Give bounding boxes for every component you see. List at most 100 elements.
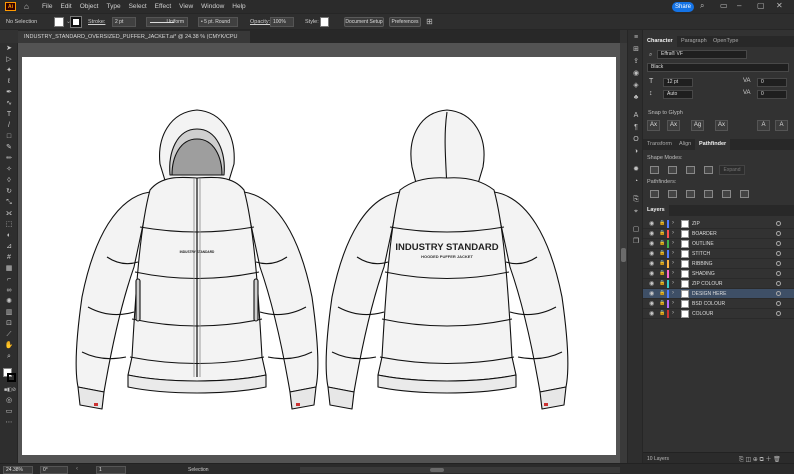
layer-name[interactable]: BOARDER: [692, 231, 717, 237]
lock-icon[interactable]: 🔒: [659, 250, 665, 256]
type-icon[interactable]: A: [631, 112, 641, 120]
appearance-icon[interactable]: ◉: [631, 70, 641, 78]
menu-effect[interactable]: Effect: [155, 3, 172, 10]
eraser-icon[interactable]: ◊: [4, 177, 14, 185]
transparency-icon[interactable]: ◔: [631, 178, 641, 186]
lock-icon[interactable]: 🔒: [659, 270, 665, 276]
layer-row[interactable]: ◉ 🔒 › ZIP COLOUR: [643, 279, 794, 289]
stroke-swatch[interactable]: [70, 16, 82, 28]
color-mode-icons[interactable]: ■◧⊘: [4, 386, 16, 394]
layer-row[interactable]: ◉ 🔒 › BOARDER: [643, 229, 794, 239]
layer-target-icon[interactable]: [776, 301, 781, 306]
preferences-button[interactable]: Preferences: [389, 17, 421, 27]
layer-target-icon[interactable]: [776, 271, 781, 276]
zoom-field[interactable]: 24.38%: [3, 466, 33, 474]
lock-icon[interactable]: 🔒: [659, 290, 665, 296]
screen-mode-icon[interactable]: ▭: [4, 408, 14, 416]
layer-row[interactable]: ◉ 🔒 › SHADING: [643, 269, 794, 279]
menu-view[interactable]: View: [179, 3, 193, 10]
hand-tool-icon[interactable]: ✋: [4, 342, 14, 350]
tab-paragraph[interactable]: Paragraph: [677, 36, 711, 47]
gradient-tool-icon[interactable]: ▦: [4, 265, 14, 273]
menu-file[interactable]: File: [42, 3, 52, 10]
layer-name[interactable]: OUTLINE: [692, 241, 714, 247]
menu-window[interactable]: Window: [201, 3, 224, 10]
unite-button[interactable]: [650, 166, 659, 174]
minimize-icon[interactable]: –: [737, 1, 741, 10]
layer-name[interactable]: BSD COLOUR: [692, 301, 725, 307]
exclude-button[interactable]: [704, 166, 713, 174]
lock-icon[interactable]: 🔒: [659, 280, 665, 286]
glyph-button-2[interactable]: Ax: [667, 120, 680, 131]
properties-icon[interactable]: ≡: [631, 34, 641, 42]
variable-width-profile[interactable]: Uniform: [146, 17, 188, 27]
layer-name[interactable]: ZIP: [692, 221, 700, 227]
lock-icon[interactable]: 🔒: [659, 220, 665, 226]
glyph-button-5[interactable]: A: [757, 120, 770, 131]
layer-name[interactable]: DESIGN HERE: [692, 291, 726, 297]
artboard[interactable]: INDUSTRY STANDARD INDUSTRY STANDARD HOOD…: [22, 57, 616, 455]
navigator-icon[interactable]: ⌖: [631, 208, 641, 216]
visibility-eye-icon[interactable]: ◉: [649, 290, 654, 297]
layer-row[interactable]: ◉ 🔒 › COLOUR: [643, 309, 794, 319]
layer-name[interactable]: RIBBING: [692, 261, 713, 267]
lasso-icon[interactable]: ℓ: [4, 78, 14, 86]
lock-icon[interactable]: 🔒: [659, 310, 665, 316]
expand-chevron-icon[interactable]: ›: [672, 290, 674, 296]
visibility-eye-icon[interactable]: ◉: [649, 240, 654, 247]
minus-back-button[interactable]: [740, 190, 749, 198]
tab-align[interactable]: Align: [675, 139, 695, 150]
width-tool-icon[interactable]: ⟗: [4, 210, 14, 218]
layer-row[interactable]: ◉ 🔒 › RIBBING: [643, 259, 794, 269]
tab-pathfinder[interactable]: Pathfinder: [695, 139, 731, 150]
tab-character[interactable]: Character: [643, 36, 677, 47]
layer-target-icon[interactable]: [776, 291, 781, 296]
stroke-color-swatch[interactable]: [7, 373, 16, 382]
color-guide-icon[interactable]: ◑: [631, 148, 641, 156]
symbol-sprayer-icon[interactable]: ✺: [4, 298, 14, 306]
rotation-field[interactable]: 0°: [40, 466, 68, 474]
arrange-icon[interactable]: ▭: [720, 1, 728, 10]
expand-chevron-icon[interactable]: ›: [672, 300, 674, 306]
layer-target-icon[interactable]: [776, 241, 781, 246]
libraries-icon[interactable]: ⊞: [631, 46, 641, 54]
tab-transform[interactable]: Transform: [643, 139, 676, 150]
tab-opentype[interactable]: OpenType: [709, 36, 742, 47]
canvas-area[interactable]: INDUSTRY STANDARD INDUSTRY STANDARD HOOD…: [18, 43, 620, 463]
artboard-field[interactable]: 1: [96, 466, 126, 474]
menu-edit[interactable]: Edit: [60, 3, 71, 10]
magic-wand-icon[interactable]: ✦: [4, 67, 14, 75]
blend-tool-icon[interactable]: ∞: [4, 287, 14, 295]
asset-export-icon[interactable]: ⇪: [631, 58, 641, 66]
artboards-icon[interactable]: ▢: [631, 226, 641, 234]
expand-chevron-icon[interactable]: ›: [672, 280, 674, 286]
layer-name[interactable]: COLOUR: [692, 311, 713, 317]
maximize-icon[interactable]: ▢: [757, 1, 765, 10]
glyph-button-1[interactable]: Ax: [647, 120, 660, 131]
layer-row[interactable]: ◉ 🔒 › OUTLINE: [643, 239, 794, 249]
menu-help[interactable]: Help: [232, 3, 245, 10]
stroke-weight-field[interactable]: 2 pt: [112, 17, 136, 27]
visibility-eye-icon[interactable]: ◉: [649, 270, 654, 277]
merge-button[interactable]: [686, 190, 695, 198]
visibility-eye-icon[interactable]: ◉: [649, 230, 654, 237]
line-tool-icon[interactable]: /: [4, 122, 14, 130]
fill-swatch[interactable]: [54, 17, 64, 27]
layers-icon[interactable]: ❐: [631, 238, 641, 246]
pen-tool-icon[interactable]: ✒: [4, 89, 14, 97]
layer-row[interactable]: ◉ 🔒 › ZIP: [643, 219, 794, 229]
crop-button[interactable]: [704, 190, 713, 198]
expand-chevron-icon[interactable]: ›: [672, 240, 674, 246]
graphic-style-swatch[interactable]: [320, 17, 329, 27]
paragraph-icon[interactable]: ¶: [631, 124, 641, 132]
expand-chevron-icon[interactable]: ›: [672, 310, 674, 316]
paintbrush-icon[interactable]: ✎: [4, 144, 14, 152]
horizontal-scroll-thumb[interactable]: [430, 468, 444, 472]
document-setup-button[interactable]: Document Setup: [344, 17, 384, 27]
symbols-icon[interactable]: ♣: [631, 94, 641, 102]
layer-name[interactable]: SHADING: [692, 271, 715, 277]
graphic-styles-icon[interactable]: ◈: [631, 82, 641, 90]
font-size-field[interactable]: 12 pt: [663, 78, 693, 87]
visibility-eye-icon[interactable]: ◉: [649, 280, 654, 287]
layer-name[interactable]: ZIP COLOUR: [692, 281, 722, 287]
